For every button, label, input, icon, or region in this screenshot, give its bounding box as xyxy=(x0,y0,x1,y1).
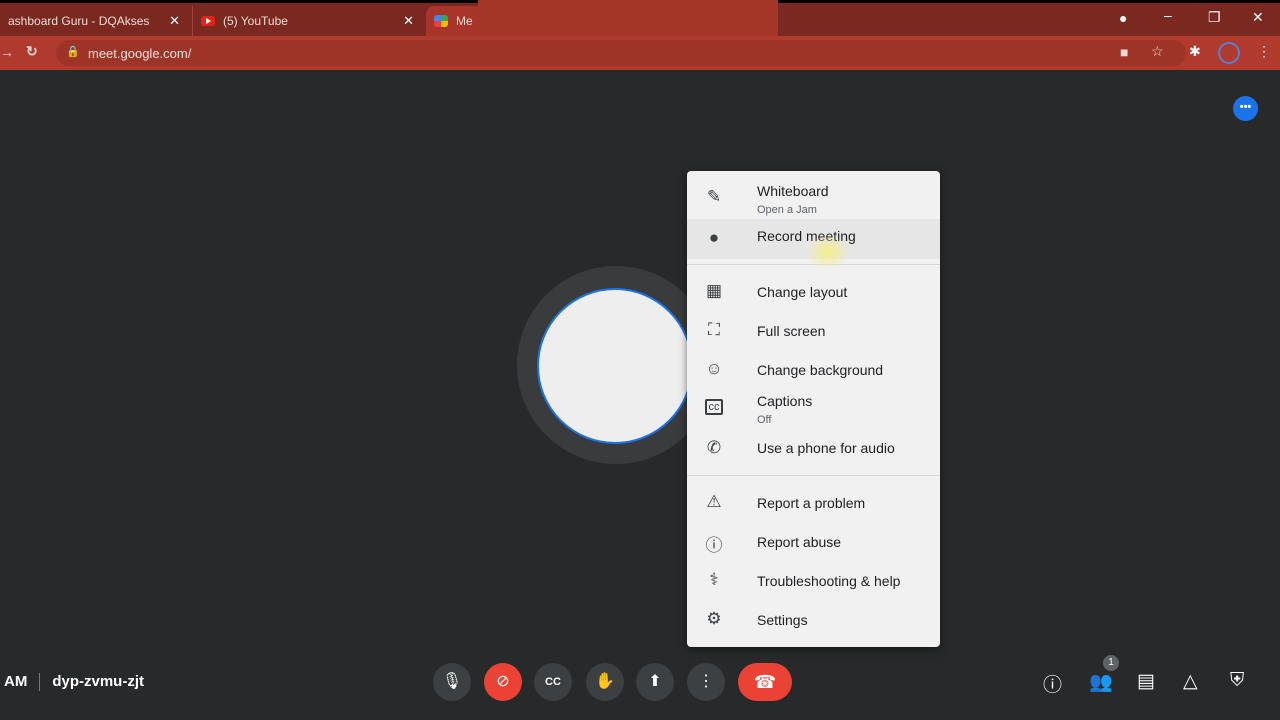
fullscreen-icon: ⛶ xyxy=(708,320,720,339)
more-options-button[interactable]: ⋮ xyxy=(687,663,725,701)
layout-icon: ▦ xyxy=(705,281,723,300)
youtube-icon xyxy=(201,16,215,26)
clock-text: AM xyxy=(4,673,28,690)
activities-icon[interactable]: △ xyxy=(1183,670,1198,693)
meeting-code: dyp-zvmu-zjt xyxy=(52,673,144,690)
tab-label: ashboard Guru - DQAkses xyxy=(8,14,150,28)
url-text[interactable]: meet.google.com/ xyxy=(88,46,191,61)
menu-item-report-abuse[interactable]: ⓘ Report abuse xyxy=(687,522,940,560)
menu-label: Settings xyxy=(757,612,808,628)
divider xyxy=(39,673,41,692)
menu-item-change-layout[interactable]: ▦ Change layout xyxy=(687,272,940,310)
extensions-icon[interactable]: ✱ xyxy=(1189,43,1201,60)
avatar[interactable] xyxy=(1218,42,1240,64)
participants-badge: 1 xyxy=(1103,655,1119,671)
menu-label: Full screen xyxy=(757,323,826,339)
record-icon: ● xyxy=(708,228,720,247)
menu-item-change-background[interactable]: ☺ Change background xyxy=(687,350,940,388)
camera-off-button[interactable]: ⊘ xyxy=(484,663,522,701)
menu-item-full-screen[interactable]: ⛶ Full screen xyxy=(687,311,940,349)
chat-icon[interactable]: ▤ xyxy=(1137,670,1155,693)
hang-up-icon: ☎ xyxy=(753,672,777,692)
reload-icon[interactable]: ↻ xyxy=(26,43,38,60)
close-icon[interactable]: ✕ xyxy=(169,13,180,29)
hand-icon: ✋ xyxy=(595,673,615,690)
divider xyxy=(687,475,940,476)
captions-icon: CC xyxy=(545,676,561,688)
more-options-button[interactable]: ••• xyxy=(1233,96,1258,121)
tab-label: Me xyxy=(456,14,473,28)
address-bar: → ↻ 🔒 meet.google.com/ ■ ☆ ✱ ⋮ xyxy=(0,36,1280,70)
people-icon[interactable]: 👥 xyxy=(1089,670,1113,694)
report-abuse-icon: ⓘ xyxy=(705,536,723,555)
captions-button[interactable]: CC xyxy=(534,663,572,701)
present-button[interactable]: ⬆ xyxy=(636,663,674,701)
present-icon: ⬆ xyxy=(648,673,662,690)
menu-sublabel: Off xyxy=(757,414,772,426)
minimize-icon[interactable]: – xyxy=(1164,7,1172,23)
menu-item-settings[interactable]: ⚙ Settings xyxy=(687,600,940,638)
star-icon[interactable]: ☆ xyxy=(1151,43,1164,60)
menu-sublabel: Open a Jam xyxy=(757,204,817,216)
microphone-button[interactable]: 🎙 xyxy=(433,663,471,701)
menu-label: Change layout xyxy=(757,284,848,300)
leave-call-button[interactable]: ☎ xyxy=(738,663,792,701)
menu-item-troubleshooting[interactable]: ⚕ Troubleshooting & help xyxy=(687,561,940,599)
lock-icon[interactable]: 🔒 xyxy=(66,45,80,58)
camera-off-icon: ⊘ xyxy=(496,673,510,690)
menu-label: Report abuse xyxy=(757,534,842,550)
captions-icon: cc xyxy=(705,399,723,415)
menu-label: Troubleshooting & help xyxy=(757,573,901,589)
menu-label: Use a phone for audio xyxy=(757,440,895,456)
background-icon: ☺ xyxy=(705,359,723,378)
pencil-icon: ✎ xyxy=(706,187,722,206)
gear-icon: ⚙ xyxy=(706,609,722,628)
omnibox[interactable] xyxy=(56,40,1186,66)
mouse-cursor-highlight xyxy=(806,234,850,270)
forward-icon[interactable]: → xyxy=(0,44,14,60)
raise-hand-button[interactable]: ✋ xyxy=(586,663,624,701)
menu-label: Captions xyxy=(757,393,813,409)
close-window-icon[interactable]: ✕ xyxy=(1252,9,1264,26)
menu-label: Whiteboard xyxy=(757,183,829,199)
microphone-icon: 🎙 xyxy=(441,673,463,690)
troubleshooting-icon: ⚕ xyxy=(709,570,719,589)
more-vert-icon: ⋮ xyxy=(698,673,714,690)
menu-label: Report a problem xyxy=(757,495,866,511)
menu-label: Change background xyxy=(757,362,884,378)
tab-label: (5) YouTube xyxy=(223,14,288,28)
host-controls-icon[interactable]: ⛨ xyxy=(1230,670,1244,692)
menu-item-phone-audio[interactable]: ✆ Use a phone for audio xyxy=(687,431,940,469)
restore-icon[interactable]: ❐ xyxy=(1208,9,1221,26)
camera-icon[interactable]: ■ xyxy=(1120,44,1128,60)
tab-youtube[interactable]: (5) YouTube ✕ xyxy=(192,6,422,36)
close-icon[interactable]: ✕ xyxy=(403,13,414,29)
meet-icon xyxy=(434,15,448,27)
menu-item-report-problem[interactable]: ⚠ Report a problem xyxy=(687,483,940,521)
tab-dashboard[interactable]: ashboard Guru - DQAkses ✕ xyxy=(0,6,188,36)
info-icon[interactable]: ⓘ xyxy=(1043,670,1062,697)
menu-item-captions[interactable]: cc Captions Off xyxy=(687,389,940,431)
menu-item-whiteboard[interactable]: ✎ Whiteboard Open a Jam xyxy=(687,177,940,219)
more-icon[interactable]: ⋮ xyxy=(1257,43,1271,60)
report-problem-icon: ⚠ xyxy=(706,492,722,511)
phone-icon: ✆ xyxy=(706,438,722,457)
meeting-details: AM dyp-zvmu-zjt xyxy=(4,673,144,692)
profile-icon[interactable]: ● xyxy=(1119,10,1127,26)
participant-avatar xyxy=(537,288,693,444)
